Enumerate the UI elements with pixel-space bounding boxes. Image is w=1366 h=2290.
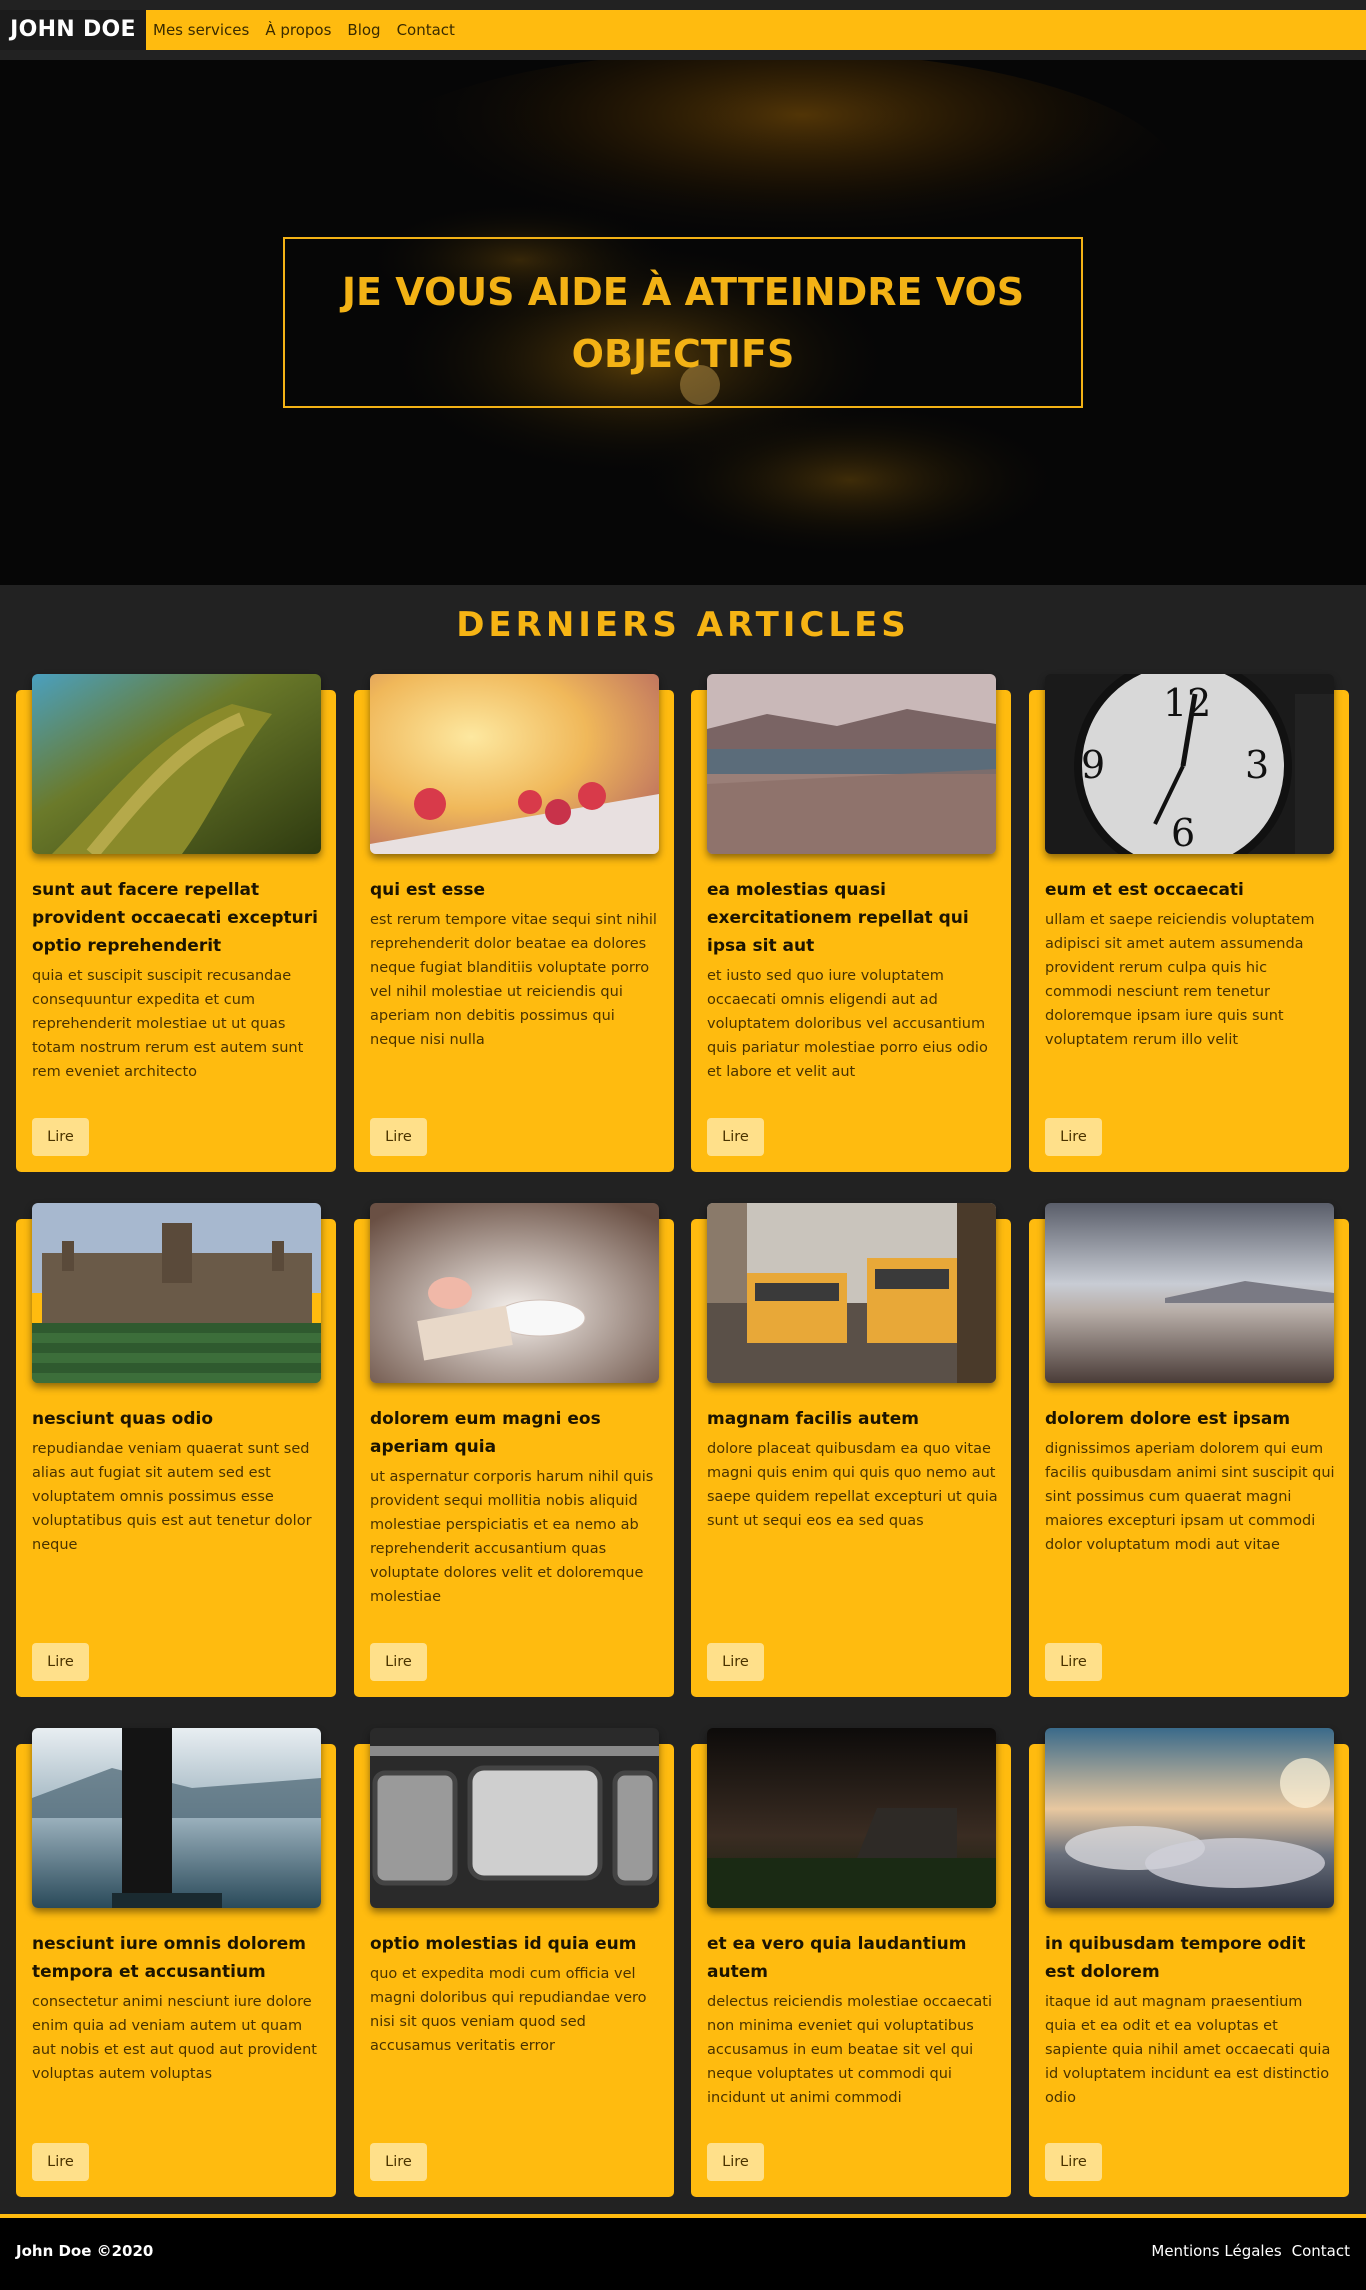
article-excerpt: dignissimos aperiam dolorem qui eum faci… [1045,1441,1335,1553]
article-title[interactable]: magnam facilis autem [707,1405,999,1433]
nav-links: Mes services À propos Blog Contact [153,10,471,50]
nav-link-about[interactable]: À propos [265,21,331,39]
article-card: nesciunt iure omnis dolorem tempora et a… [16,1728,336,2197]
read-button[interactable]: Lire [1045,2143,1102,2181]
article-title[interactable]: optio molestias id quia eum [370,1930,662,1958]
article-image [370,1728,659,1908]
article-card: dolorem dolore est ipsam dignissimos ape… [1029,1203,1349,1697]
article-title[interactable]: eum et est occaecati [1045,876,1337,904]
hero-box: JE VOUS AIDE À ATTEINDRE VOS OBJECTIFS [283,237,1083,408]
footer-link-legal[interactable]: Mentions Légales [1151,2242,1281,2260]
article-excerpt: delectus reiciendis molestiae occaecati … [707,1994,993,2106]
read-button[interactable]: Lire [32,2143,89,2181]
article-image [32,1728,321,1908]
read-button[interactable]: Lire [370,1118,427,1156]
article-image: 12 9 3 6 [1045,674,1334,854]
svg-text:6: 6 [1171,811,1195,854]
hero: JE VOUS AIDE À ATTEINDRE VOS OBJECTIFS [0,60,1366,585]
article-title[interactable]: et ea vero quia laudantium autem [707,1930,999,1986]
article-card: et ea vero quia laudantium autem delectu… [691,1728,1011,2197]
read-button[interactable]: Lire [707,2143,764,2181]
article-excerpt: ullam et saepe reiciendis voluptatem adi… [1045,912,1315,1048]
read-button[interactable]: Lire [370,1643,427,1681]
article-excerpt: est rerum tempore vitae sequi sint nihil… [370,912,657,1048]
article-card: 12 9 3 6 eum et est occaecati ullam et saep… [1029,674,1349,1172]
hero-title: JE VOUS AIDE À ATTEINDRE VOS OBJECTIFS [341,269,1025,376]
read-button[interactable]: Lire [32,1118,89,1156]
top-strip [0,0,1366,10]
svg-text:3: 3 [1245,743,1269,787]
section-title: DERNIERS ARTICLES [456,605,910,645]
article-image [32,674,321,854]
read-button[interactable]: Lire [1045,1118,1102,1156]
article-title[interactable]: in quibusdam tempore odit est dolorem [1045,1930,1337,1986]
article-card: magnam facilis autem dolore placeat quib… [691,1203,1011,1697]
footer-copyright: John Doe ©2020 [16,2242,154,2260]
article-excerpt: ut aspernatur corporis harum nihil quis … [370,1469,654,1605]
article-title[interactable]: nesciunt iure omnis dolorem tempora et a… [32,1930,324,1986]
nav-link-services[interactable]: Mes services [153,21,249,39]
article-excerpt: quo et expedita modi cum officia vel mag… [370,1966,647,2054]
read-button[interactable]: Lire [707,1118,764,1156]
article-card: sunt aut facere repellat provident occae… [16,674,336,1172]
article-image [32,1203,321,1383]
article-image [707,1203,996,1383]
article-title[interactable]: ea molestias quasi exercitationem repell… [707,876,999,960]
read-button[interactable]: Lire [1045,1643,1102,1681]
article-title[interactable]: nesciunt quas odio [32,1405,324,1433]
footer-links: Mentions Légales Contact [1151,2242,1350,2260]
svg-text:9: 9 [1081,743,1105,787]
article-card: qui est esse est rerum tempore vitae seq… [354,674,674,1172]
nav-link-blog[interactable]: Blog [347,21,380,39]
article-card: dolorem eum magni eos aperiam quia ut as… [354,1203,674,1697]
article-title[interactable]: sunt aut facere repellat provident occae… [32,876,324,960]
article-title[interactable]: dolorem dolore est ipsam [1045,1405,1337,1433]
article-image [370,674,659,854]
article-excerpt: repudiandae veniam quaerat sunt sed alia… [32,1441,312,1553]
article-excerpt: dolore placeat quibusdam ea quo vitae ma… [707,1441,998,1529]
article-image [370,1203,659,1383]
article-excerpt: consectetur animi nesciunt iure dolore e… [32,1994,317,2082]
article-card: optio molestias id quia eum quo et exped… [354,1728,674,2197]
article-title[interactable]: dolorem eum magni eos aperiam quia [370,1405,662,1461]
nav-strip [0,50,1366,60]
footer-link-contact[interactable]: Contact [1292,2242,1350,2260]
svg-text:12: 12 [1163,681,1211,725]
read-button[interactable]: Lire [370,2143,427,2181]
navbar: JOHN DOE Mes services À propos Blog Cont… [0,10,1366,50]
article-excerpt: quia et suscipit suscipit recusandae con… [32,968,304,1080]
article-image [1045,1203,1334,1383]
read-button[interactable]: Lire [707,1643,764,1681]
article-image [707,1728,996,1908]
article-card: nesciunt quas odio repudiandae veniam qu… [16,1203,336,1697]
footer: John Doe ©2020 Mentions Légales Contact [0,2218,1366,2290]
brand-logo[interactable]: JOHN DOE [0,10,146,50]
nav-link-contact[interactable]: Contact [397,21,455,39]
article-card: ea molestias quasi exercitationem repell… [691,674,1011,1172]
article-card: in quibusdam tempore odit est dolorem it… [1029,1728,1349,2197]
article-image [707,674,996,854]
article-image [1045,1728,1334,1908]
article-excerpt: et iusto sed quo iure voluptatem occaeca… [707,968,988,1080]
article-excerpt: itaque id aut magnam praesentium quia et… [1045,1994,1331,2106]
read-button[interactable]: Lire [32,1643,89,1681]
article-title[interactable]: qui est esse [370,876,662,904]
